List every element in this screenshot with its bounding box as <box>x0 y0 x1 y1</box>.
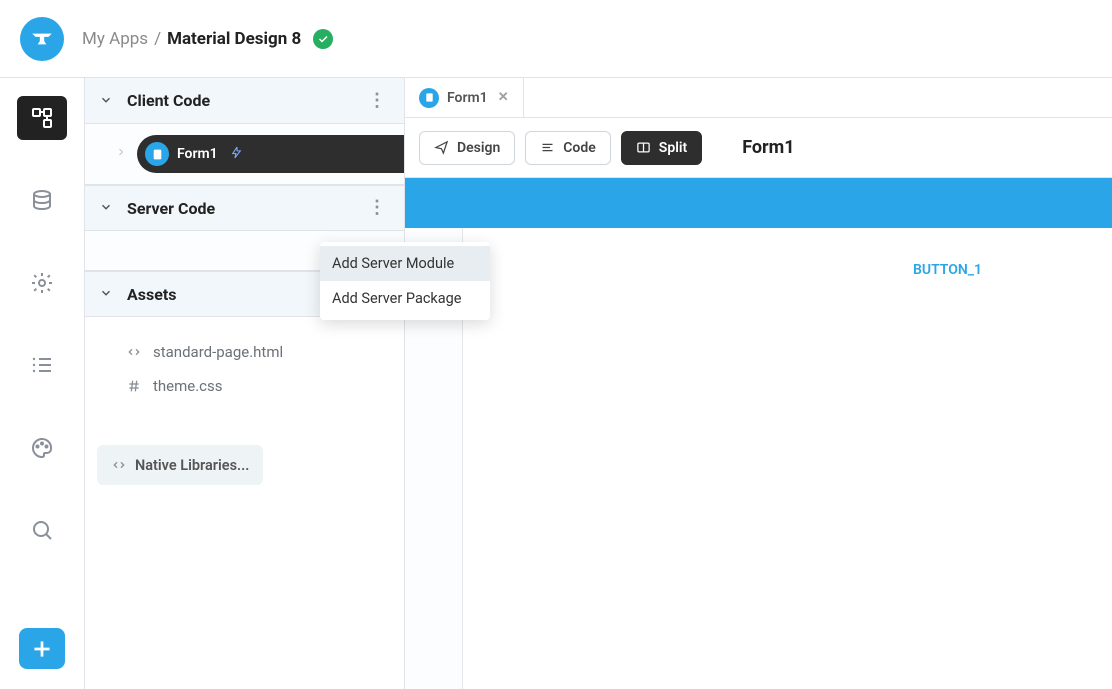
canvas-button-1[interactable]: BUTTON_1 <box>913 262 982 278</box>
view-split-button[interactable]: Split <box>621 131 702 165</box>
plus-icon <box>29 636 55 662</box>
native-libraries-label: Native Libraries... <box>135 457 249 474</box>
database-icon <box>30 189 54 213</box>
section-label: Server Code <box>127 199 215 218</box>
nav-list[interactable] <box>17 343 67 387</box>
chevron-down-icon <box>99 285 117 303</box>
view-design-button[interactable]: Design <box>419 131 515 165</box>
breadcrumb-root[interactable]: My Apps <box>82 29 148 49</box>
lines-icon <box>540 140 555 155</box>
cursor-icon <box>434 140 449 155</box>
asset-name: standard-page.html <box>153 343 283 361</box>
close-icon[interactable]: ✕ <box>498 90 509 105</box>
section-client-code[interactable]: Client Code <box>85 78 404 124</box>
editor-area: Form1 ✕ Design Code Split Form1 <box>405 78 1112 689</box>
editor-tabbar: Form1 ✕ <box>405 78 1112 118</box>
breadcrumb: My Apps / Material Design 8 <box>82 29 333 49</box>
form-name: Form1 <box>177 146 218 162</box>
form-title: Form1 <box>742 137 794 158</box>
btn-label: Code <box>563 140 596 156</box>
section-label: Client Code <box>127 91 210 110</box>
client-code-more[interactable] <box>364 88 390 114</box>
asset-item[interactable]: standard-page.html <box>85 335 404 369</box>
canvas-appbar[interactable] <box>405 178 1112 228</box>
palette-icon <box>30 436 54 460</box>
editor-toolbar: Design Code Split Form1 <box>405 118 1112 178</box>
explorer-panel: Client Code Form1 Server Code Assets <box>85 78 405 689</box>
canvas-surface[interactable]: BUTTON_1 <box>463 228 1112 689</box>
search-icon <box>30 518 54 542</box>
add-button[interactable] <box>19 628 65 669</box>
tab-form1[interactable]: Form1 ✕ <box>405 78 524 117</box>
view-code-button[interactable]: Code <box>525 131 611 165</box>
nav-app-structure[interactable] <box>17 96 67 140</box>
chevron-down-icon <box>99 92 117 110</box>
server-code-more[interactable] <box>364 195 390 221</box>
form-icon <box>145 142 169 166</box>
tree-icon <box>30 106 54 130</box>
hash-icon <box>125 378 143 394</box>
btn-label: Design <box>457 140 500 156</box>
breadcrumb-separator: / <box>154 29 161 49</box>
gear-icon <box>30 271 54 295</box>
menu-item-add-server-module[interactable]: Add Server Module <box>320 246 490 281</box>
form-icon <box>419 88 439 108</box>
app-header: My Apps / Material Design 8 <box>0 0 1112 78</box>
anvil-icon <box>29 26 55 52</box>
native-libraries-button[interactable]: Native Libraries... <box>97 445 263 485</box>
form-row[interactable]: Form1 <box>85 134 404 174</box>
btn-label: Split <box>659 140 687 156</box>
form1-pill[interactable]: Form1 <box>137 135 404 173</box>
left-iconbar <box>0 78 85 689</box>
chevron-down-icon <box>99 199 117 217</box>
breadcrumb-current[interactable]: Material Design 8 <box>167 29 301 49</box>
section-server-code[interactable]: Server Code <box>85 185 404 231</box>
asset-item[interactable]: theme.css <box>85 369 404 403</box>
sync-ok-badge <box>313 29 333 49</box>
anvil-logo[interactable] <box>20 17 64 61</box>
menu-item-add-server-package[interactable]: Add Server Package <box>320 281 490 316</box>
nav-search[interactable] <box>17 508 67 552</box>
asset-name: theme.css <box>153 377 223 395</box>
split-icon <box>636 140 651 155</box>
list-icon <box>30 353 54 377</box>
section-label: Assets <box>127 285 176 304</box>
nav-database[interactable] <box>17 178 67 222</box>
bolt-icon <box>230 146 243 163</box>
design-canvas: BUTTON_1 <box>405 178 1112 689</box>
nav-theme[interactable] <box>17 425 67 469</box>
caret-right-icon <box>115 146 129 162</box>
nav-settings[interactable] <box>17 261 67 305</box>
server-code-context-menu: Add Server Module Add Server Package <box>320 242 490 320</box>
tab-label: Form1 <box>447 90 488 106</box>
code-icon <box>111 457 127 473</box>
check-icon <box>317 33 329 45</box>
code-icon <box>125 344 143 360</box>
